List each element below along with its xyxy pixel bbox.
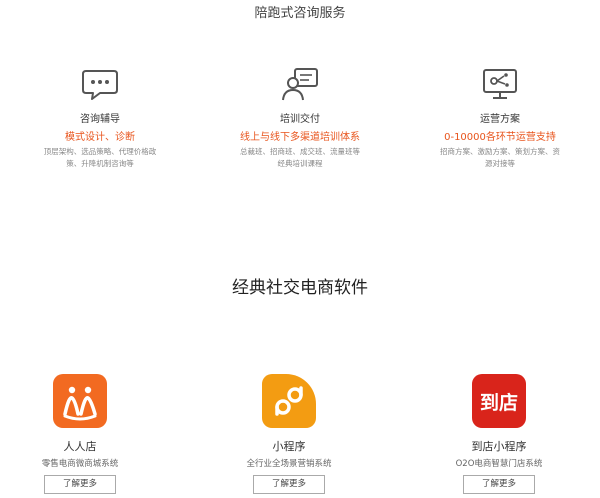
product-name: 小程序 [272, 440, 306, 453]
product-name: 到店小程序 [471, 440, 527, 453]
daodian-logo-text: 到店 [480, 391, 518, 414]
learn-more-button-mini-program[interactable]: 了解更多 [253, 475, 325, 494]
learn-more-button-renrendian[interactable]: 了解更多 [44, 475, 116, 494]
mini-program-logo-icon [262, 374, 316, 428]
product-renrendian: 人人店 零售电商微商城系统 了解更多 [0, 374, 180, 494]
service-name: 运营方案 [480, 114, 520, 125]
product-desc: 全行业全场景营销系统 [246, 459, 332, 469]
service-highlight: 模式设计、诊断 [65, 132, 135, 143]
service-name: 咨询辅导 [80, 114, 120, 125]
product-desc: O2O电商智慧门店系统 [455, 459, 543, 469]
service-desc: 总裁班、招商班、成交班、流量班等经典培训课程 [240, 147, 360, 168]
product-desc: 零售电商微商城系统 [41, 459, 119, 469]
product-mini-program: 小程序 全行业全场景营销系统 了解更多 [189, 374, 389, 494]
training-person-icon [282, 68, 318, 101]
consulting-chat-icon [82, 70, 118, 100]
section-title-software: 经典社交电商软件 [232, 278, 368, 298]
service-training: 培训交付 线上与线下多渠道培训体系 总裁班、招商班、成交班、流量班等经典培训课程 [200, 66, 400, 170]
service-operation: 运营方案 0-10000各环节运营支持 招商方案、激励方案、策划方案、资源对接等 [400, 66, 600, 170]
service-name: 培训交付 [280, 114, 320, 125]
product-name: 人人店 [63, 440, 97, 453]
section-title-consulting: 陪跑式咨询服务 [254, 6, 346, 21]
product-daodian: 到店 到店小程序 O2O电商智慧门店系统 了解更多 [399, 374, 599, 494]
service-highlight: 线上与线下多渠道培训体系 [240, 132, 360, 143]
operation-presentation-icon [483, 69, 517, 99]
renrendian-logo-icon [53, 374, 107, 428]
service-consulting: 咨询辅导 模式设计、诊断 顶层架构、选品策略、代理价格政策、升降机制咨询等 [0, 66, 200, 170]
daodian-logo-icon: 到店 [472, 374, 526, 428]
learn-more-button-daodian[interactable]: 了解更多 [463, 475, 535, 494]
service-highlight: 0-10000各环节运营支持 [444, 132, 556, 143]
service-desc: 招商方案、激励方案、策划方案、资源对接等 [440, 147, 560, 168]
service-desc: 顶层架构、选品策略、代理价格政策、升降机制咨询等 [43, 147, 157, 168]
